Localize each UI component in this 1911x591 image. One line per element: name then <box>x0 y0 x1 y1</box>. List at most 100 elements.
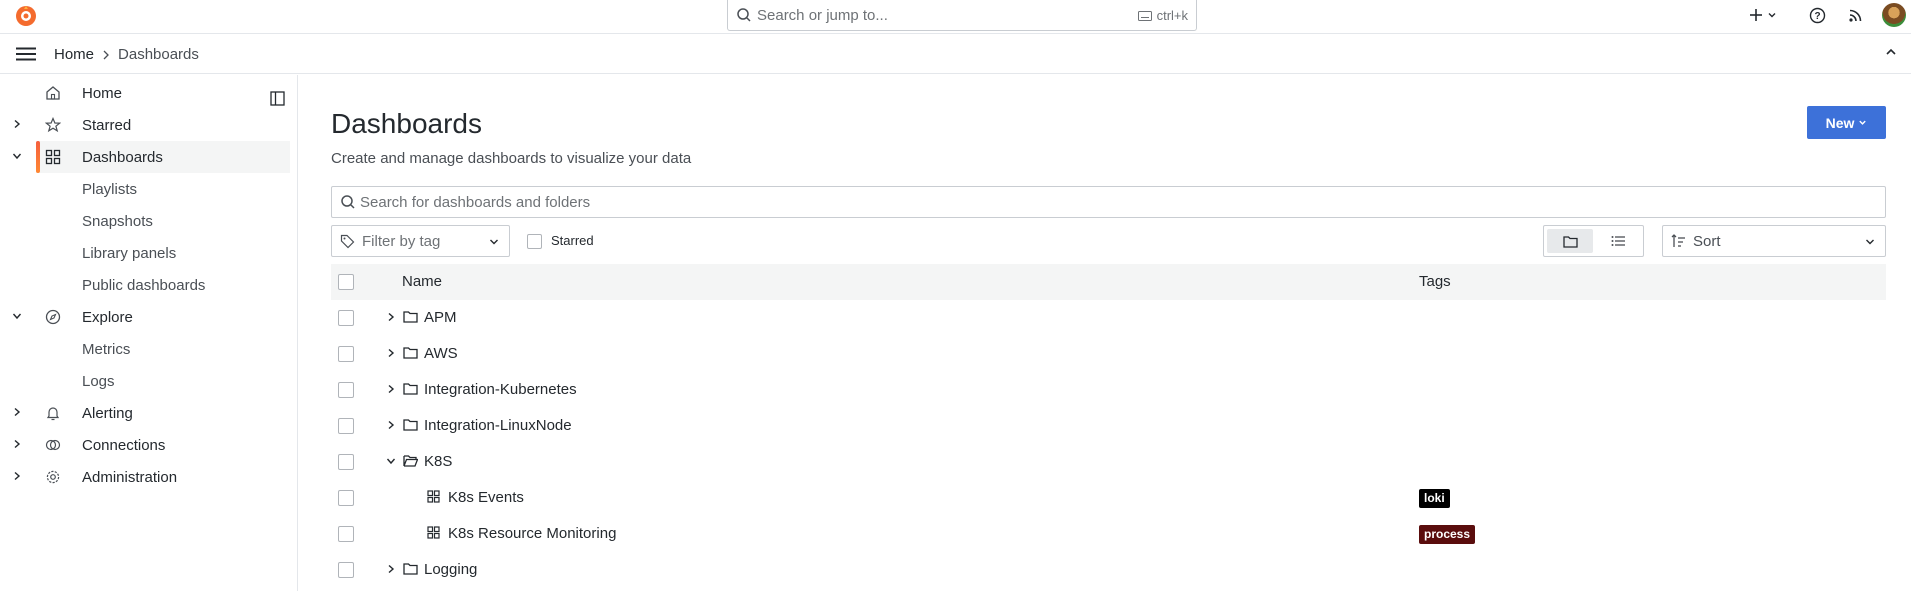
table-header: Name Tags <box>331 264 1886 300</box>
chevron-right-icon[interactable] <box>386 384 396 394</box>
new-button[interactable]: New <box>1807 106 1886 139</box>
grafana-logo[interactable] <box>14 4 38 28</box>
row-checkbox[interactable] <box>338 382 354 398</box>
table-row[interactable]: Integration-Kubernetes <box>331 372 1886 408</box>
row-checkbox[interactable] <box>338 562 354 578</box>
chevron-right-icon[interactable] <box>386 348 396 358</box>
chevron-right-icon[interactable] <box>12 471 22 481</box>
sidebar-item-public-dashboards[interactable]: Public dashboards <box>0 269 290 301</box>
row-name[interactable]: K8s Events <box>448 489 524 506</box>
sidebar-item-label: Administration <box>82 469 178 486</box>
row-name[interactable]: AWS <box>424 345 458 362</box>
sort-select[interactable]: Sort <box>1662 225 1886 257</box>
table-row[interactable]: K8S <box>331 444 1886 480</box>
tag-filter-select[interactable]: Filter by tag <box>331 225 510 257</box>
apps-icon <box>427 490 440 503</box>
search-placeholder: Search or jump to... <box>757 7 888 24</box>
sidebar-item-dashboards[interactable]: Dashboards <box>36 141 290 173</box>
starred-checkbox[interactable] <box>527 234 542 249</box>
home-icon <box>46 86 60 100</box>
cog-icon <box>46 470 60 484</box>
chevron-down-icon[interactable] <box>386 456 396 466</box>
chevron-down-icon[interactable] <box>12 151 22 161</box>
table-row[interactable]: K8s Resource Monitoring process <box>331 516 1886 552</box>
chevron-up-icon[interactable] <box>1885 47 1897 57</box>
list-icon <box>1611 236 1625 246</box>
page-subtitle: Create and manage dashboards to visualiz… <box>331 150 692 167</box>
sidebar-item-label: Connections <box>82 437 166 454</box>
list-view-button[interactable] <box>1595 229 1641 253</box>
folder-open-icon <box>403 455 418 467</box>
search-icon <box>737 8 751 22</box>
row-checkbox[interactable] <box>338 490 354 506</box>
search-icon <box>341 195 355 209</box>
sidebar-item-starred[interactable]: Starred <box>0 109 290 141</box>
global-search-input[interactable]: Search or jump to... ctrl+k <box>727 0 1197 31</box>
table-row[interactable]: APM <box>331 300 1886 336</box>
row-checkbox[interactable] <box>338 454 354 470</box>
chevron-right-icon[interactable] <box>386 564 396 574</box>
folder-icon <box>403 347 418 359</box>
sidebar: Home Starred Dashboards Playlists Snapsh… <box>0 75 298 591</box>
chevron-right-icon[interactable] <box>12 407 22 417</box>
select-all-checkbox[interactable] <box>338 274 354 290</box>
chevron-right-icon[interactable] <box>386 420 396 430</box>
sidebar-item-snapshots[interactable]: Snapshots <box>0 205 290 237</box>
chevron-down-icon[interactable] <box>12 311 22 321</box>
sidebar-item-logs[interactable]: Logs <box>0 365 290 397</box>
sidebar-item-home[interactable]: Home <box>0 77 290 109</box>
breadcrumb-home[interactable]: Home <box>54 46 94 63</box>
tag-icon <box>340 234 355 249</box>
breadcrumb-current: Dashboards <box>118 46 199 63</box>
table-row[interactable]: Integration-LinuxNode <box>331 408 1886 444</box>
apps-icon <box>45 149 61 165</box>
help-icon: ? <box>1809 7 1826 23</box>
sidebar-item-alerting[interactable]: Alerting <box>0 397 290 429</box>
sidebar-item-administration[interactable]: Administration <box>0 461 290 493</box>
tag-badge[interactable]: loki <box>1419 489 1450 508</box>
folder-view-button[interactable] <box>1547 229 1593 253</box>
table-row[interactable]: Logging <box>331 552 1886 588</box>
row-name[interactable]: K8S <box>424 453 452 470</box>
starred-label: Starred <box>551 233 594 248</box>
add-new-button[interactable] <box>1749 5 1777 25</box>
chevron-right-icon[interactable] <box>386 312 396 322</box>
row-name[interactable]: APM <box>424 309 457 326</box>
tag-badge[interactable]: process <box>1419 525 1476 544</box>
row-name[interactable]: K8s Resource Monitoring <box>448 525 616 542</box>
chevron-right-icon[interactable] <box>12 439 22 449</box>
row-checkbox[interactable] <box>338 418 354 434</box>
sidebar-item-library-panels[interactable]: Library panels <box>0 237 290 269</box>
chevron-right-icon <box>103 50 109 59</box>
sidebar-item-explore[interactable]: Explore <box>0 301 290 333</box>
sidebar-item-label: Logs <box>82 373 115 390</box>
row-name[interactable]: Logging <box>424 561 477 578</box>
sidebar-item-metrics[interactable]: Metrics <box>0 333 290 365</box>
column-header-tags: Tags <box>1419 273 1451 290</box>
table-row[interactable]: AWS <box>331 336 1886 372</box>
table-row[interactable]: K8s Events loki <box>331 480 1886 516</box>
user-avatar[interactable] <box>1882 3 1906 27</box>
dashboard-search-input[interactable]: Search for dashboards and folders <box>331 186 1886 218</box>
folder-icon <box>403 311 418 323</box>
column-header-name: Name <box>402 273 443 290</box>
folder-icon <box>403 383 418 395</box>
row-checkbox[interactable] <box>338 310 354 326</box>
sidebar-item-label: Playlists <box>82 181 138 198</box>
sort-icon <box>1671 234 1685 247</box>
view-toggle <box>1543 225 1644 257</box>
help-button[interactable]: ? <box>1809 5 1826 25</box>
svg-text:?: ? <box>1814 11 1820 22</box>
search-shortcut: ctrl+k <box>1137 8 1188 23</box>
menu-icon[interactable] <box>15 47 37 61</box>
row-checkbox[interactable] <box>338 526 354 542</box>
chevron-right-icon[interactable] <box>12 119 22 129</box>
row-checkbox[interactable] <box>338 346 354 362</box>
sidebar-item-connections[interactable]: Connections <box>0 429 290 461</box>
row-name[interactable]: Integration-LinuxNode <box>424 417 572 434</box>
folder-icon <box>1562 235 1578 248</box>
breadcrumb: Home Dashboards <box>54 46 199 63</box>
sidebar-item-playlists[interactable]: Playlists <box>0 173 290 205</box>
news-button[interactable] <box>1848 5 1863 25</box>
row-name[interactable]: Integration-Kubernetes <box>424 381 577 398</box>
